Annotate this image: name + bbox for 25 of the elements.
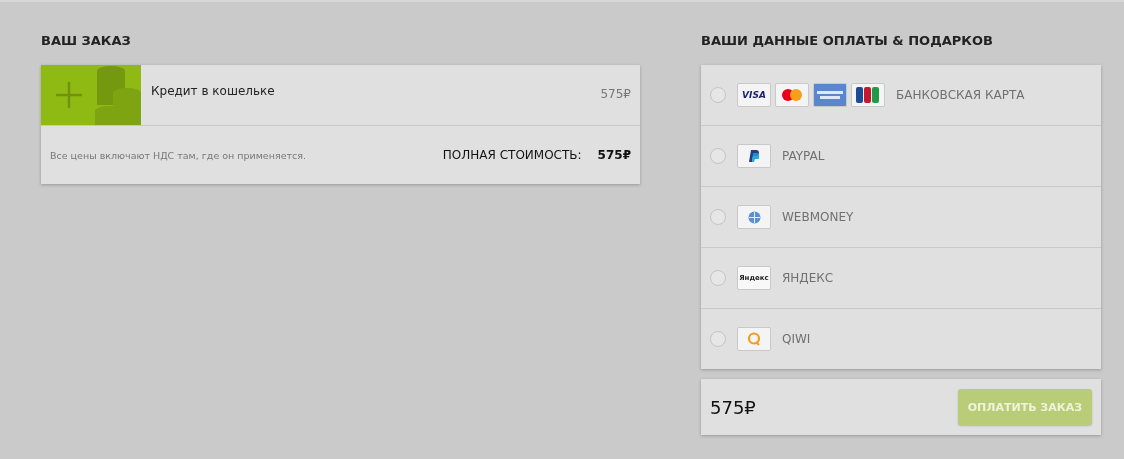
item-price: 575₽ <box>600 86 632 103</box>
item-name: Кредит в кошельке <box>150 83 276 100</box>
radio-button[interactable] <box>710 209 726 225</box>
payment-method-label: ЯНДЕКС <box>782 271 834 285</box>
mastercard-logo <box>775 83 809 107</box>
total-label: ПОЛНАЯ СТОИМОСТЬ: <box>442 148 582 162</box>
section-heading: ВАШИ ДАННЫЕ ОПЛАТЫ & ПОДАРКОВ <box>701 32 994 50</box>
radio-button[interactable] <box>710 270 726 286</box>
total-amount: 575₽ <box>597 148 631 162</box>
visa-logo: VISA <box>737 83 771 107</box>
paypal-logo <box>737 144 771 168</box>
radio-button[interactable] <box>710 87 726 103</box>
radio-button[interactable] <box>710 148 726 164</box>
jcb-logo <box>851 83 885 107</box>
payment-method-label: PAYPAL <box>782 149 825 163</box>
radio-button[interactable] <box>710 331 726 347</box>
payment-method-label: БАНКОВСКАЯ КАРТА <box>896 88 1025 102</box>
payment-method-label: WEBMONEY <box>782 210 854 224</box>
tax-note: Все цены включают НДС там, где он применяется. <box>50 149 307 161</box>
globe-icon <box>737 205 771 229</box>
order-total: 575₽ <box>710 396 756 418</box>
section-heading: ВАШ ЗАКАЗ <box>41 32 132 50</box>
qiwi-logo <box>737 327 771 351</box>
amex-logo <box>813 83 847 107</box>
payment-method-label: QIWI <box>782 332 811 346</box>
